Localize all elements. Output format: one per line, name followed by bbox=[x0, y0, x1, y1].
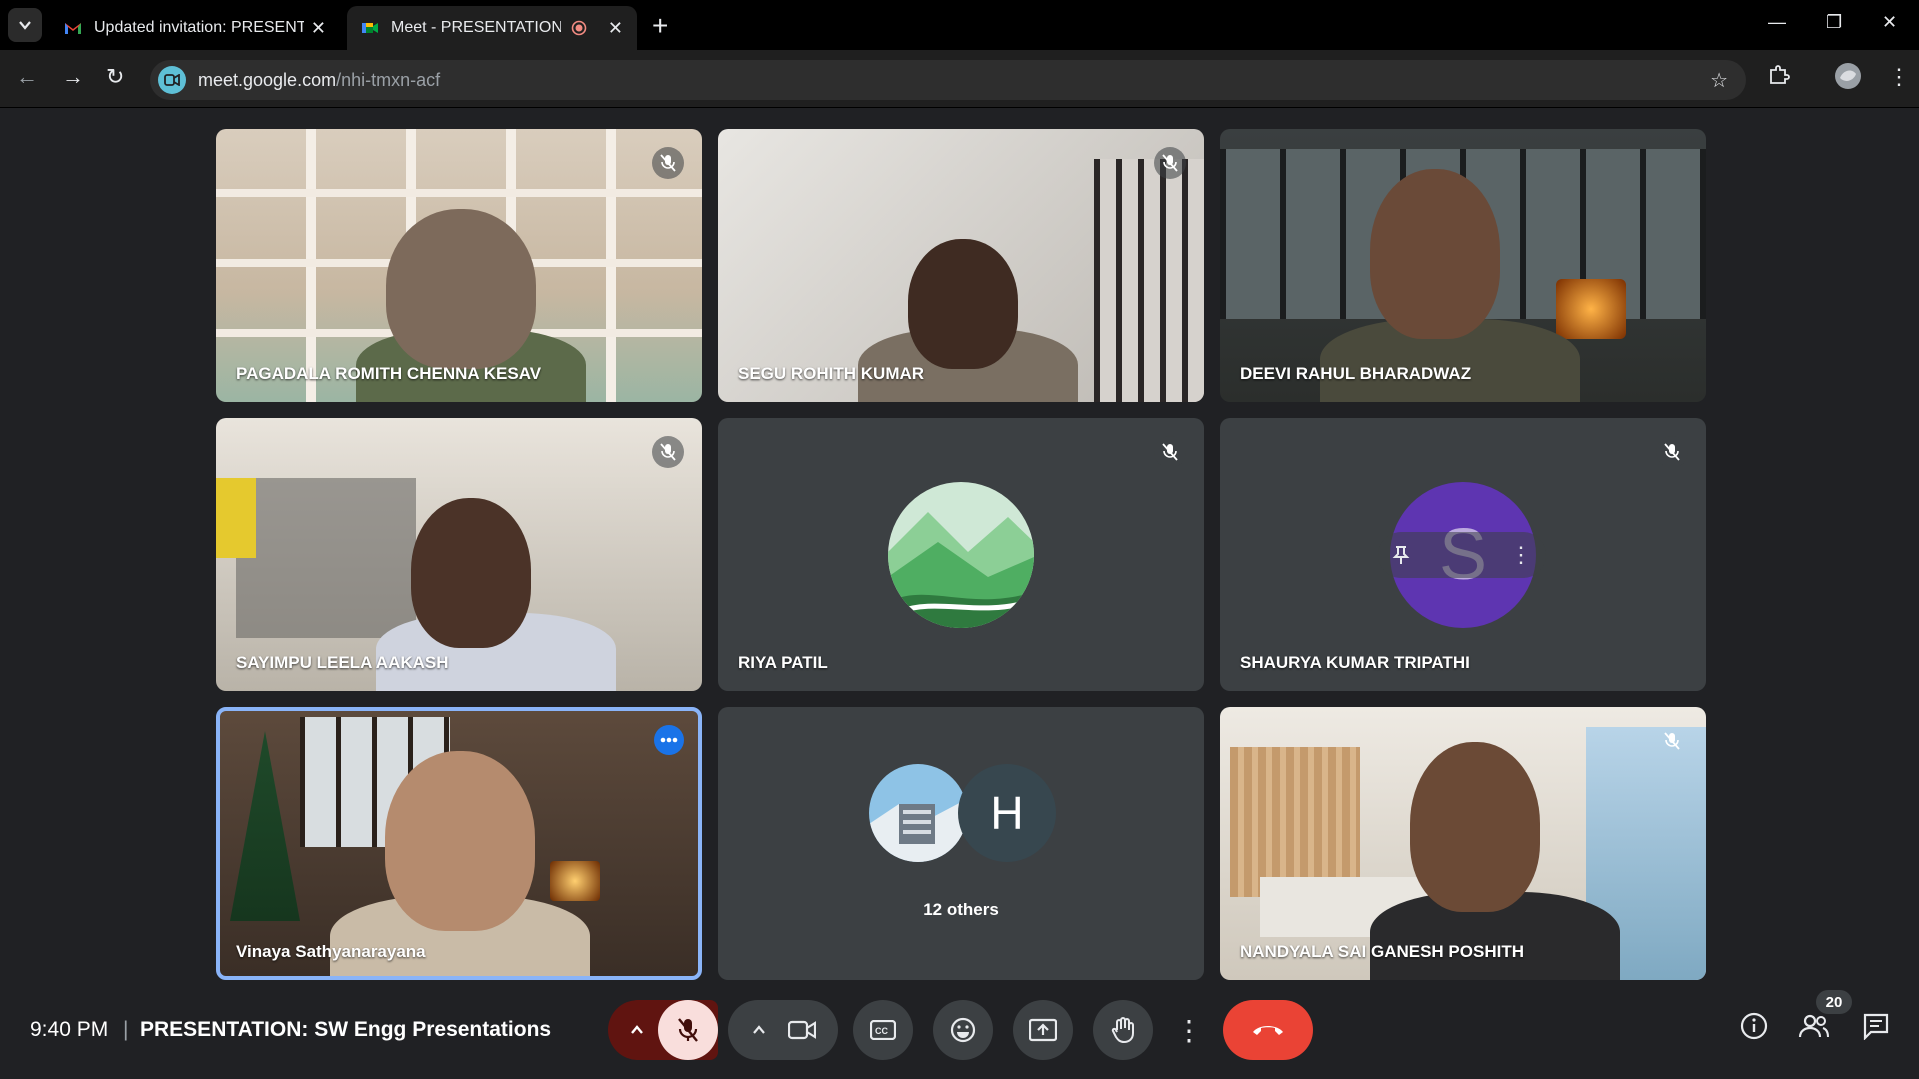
close-tab-icon[interactable]: ✕ bbox=[608, 18, 623, 39]
meeting-info-icon[interactable] bbox=[1740, 1012, 1768, 1040]
tile-hover-actions: ⋮ bbox=[1378, 532, 1546, 578]
tab-title: Updated invitation: PRESENTATI bbox=[94, 19, 304, 36]
participant-name: SAYIMPU LEELA AAKASH bbox=[236, 653, 449, 672]
mic-off-icon bbox=[1154, 147, 1186, 179]
participant-video bbox=[411, 498, 531, 648]
chevron-up-icon bbox=[631, 1025, 643, 1034]
meeting-controls-bar: 9:40 PM | PRESENTATION: SW Engg Presenta… bbox=[0, 982, 1919, 1079]
participant-name: SEGU ROHITH KUMAR bbox=[738, 364, 925, 383]
emoji-icon bbox=[950, 1017, 976, 1043]
new-tab-button[interactable]: + bbox=[652, 10, 668, 42]
present-icon bbox=[1029, 1018, 1057, 1042]
recording-icon bbox=[571, 20, 587, 36]
meeting-title: PRESENTATION: SW Engg Presentations bbox=[140, 1018, 552, 1041]
mic-toggle-button[interactable] bbox=[658, 1000, 718, 1060]
url-path: /nhi-tmxn-acf bbox=[336, 69, 441, 90]
participant-name: NANDYALA SAI GANESH POSHITH bbox=[1240, 942, 1524, 961]
other-participant-avatar bbox=[869, 764, 967, 862]
participant-tile[interactable]: DEEVI RAHUL BHARADWAZ bbox=[1220, 129, 1706, 402]
svg-text:CC: CC bbox=[875, 1026, 888, 1036]
mic-off-icon bbox=[652, 436, 684, 468]
tab-gmail[interactable]: Updated invitation: PRESENTATI ✕ bbox=[50, 6, 340, 50]
browser-tab-strip: Updated invitation: PRESENTATI ✕ Meet - … bbox=[0, 0, 1919, 50]
divider: | bbox=[123, 1018, 129, 1041]
chevron-up-icon bbox=[753, 1025, 765, 1034]
present-screen-button[interactable] bbox=[1013, 1000, 1073, 1060]
others-tile[interactable]: H 12 others bbox=[718, 707, 1204, 980]
forward-icon[interactable]: → bbox=[62, 64, 84, 90]
speaking-indicator-icon bbox=[654, 725, 684, 755]
participant-tile[interactable]: S ⋮ SHAURYA KUMAR TRIPATHI bbox=[1220, 418, 1706, 691]
mic-off-icon bbox=[652, 147, 684, 179]
participant-video bbox=[1410, 742, 1540, 912]
camera-icon[interactable] bbox=[788, 1020, 816, 1040]
participant-name: SHAURYA KUMAR TRIPATHI bbox=[1240, 653, 1470, 672]
more-vert-icon: ⋮ bbox=[1175, 1014, 1203, 1046]
chat-icon[interactable] bbox=[1862, 1012, 1890, 1040]
end-call-icon bbox=[1253, 1026, 1283, 1035]
leave-call-button[interactable] bbox=[1223, 1000, 1313, 1060]
mic-off-icon bbox=[1656, 436, 1688, 468]
other-participant-avatar: H bbox=[958, 764, 1056, 862]
mic-off-icon bbox=[1656, 725, 1688, 757]
menu-kebab-icon[interactable]: ⋮ bbox=[1888, 64, 1910, 90]
video-options-button[interactable] bbox=[728, 1000, 838, 1060]
meeting-time: 9:40 PM bbox=[30, 1018, 109, 1041]
address-bar[interactable]: meet.google.com/nhi-tmxn-acf ☆ bbox=[150, 60, 1746, 100]
participant-video bbox=[385, 751, 535, 931]
participant-tile[interactable]: PAGADALA ROMITH CHENNA KESAV bbox=[216, 129, 702, 402]
meet-icon bbox=[362, 23, 378, 33]
participant-tile[interactable]: NANDYALA SAI GANESH POSHITH bbox=[1220, 707, 1706, 980]
restore-icon[interactable]: ❐ bbox=[1826, 12, 1842, 33]
window-grille-background bbox=[1094, 159, 1204, 402]
participant-name: RIYA PATIL bbox=[738, 653, 828, 672]
others-count-label: 12 others bbox=[923, 900, 999, 919]
pin-icon[interactable] bbox=[1392, 545, 1410, 565]
participant-video bbox=[386, 209, 536, 369]
minimize-icon[interactable]: — bbox=[1768, 12, 1786, 33]
captions-button[interactable]: CC bbox=[853, 1000, 913, 1060]
christmas-tree bbox=[230, 731, 300, 921]
participant-name: PAGADALA ROMITH CHENNA KESAV bbox=[236, 364, 542, 383]
profile-avatar[interactable] bbox=[1834, 62, 1862, 96]
tab-meet[interactable]: Meet - PRESENTATION: SW ✕ bbox=[347, 6, 637, 50]
hand-icon bbox=[1111, 1017, 1134, 1044]
more-options-button[interactable]: ⋮ bbox=[1167, 1000, 1211, 1060]
people-icon[interactable] bbox=[1798, 1012, 1830, 1040]
url-host: meet.google.com bbox=[198, 69, 337, 90]
participant-tile[interactable]: RIYA PATIL bbox=[718, 418, 1204, 691]
site-info-icon[interactable] bbox=[158, 66, 186, 94]
gmail-icon bbox=[65, 23, 81, 34]
mic-off-icon bbox=[678, 1018, 698, 1042]
raise-hand-button[interactable] bbox=[1093, 1000, 1153, 1060]
participant-tile-active[interactable]: Vinaya Sathyanarayana bbox=[216, 707, 702, 980]
extensions-icon[interactable] bbox=[1768, 64, 1790, 92]
tab-search-button[interactable] bbox=[8, 8, 42, 42]
bookmark-star-icon[interactable]: ☆ bbox=[1710, 68, 1728, 93]
participant-avatar bbox=[888, 482, 1034, 628]
participant-count-badge: 20 bbox=[1816, 990, 1852, 1014]
mic-off-icon bbox=[1154, 436, 1186, 468]
tab-title: Meet - PRESENTATION: SW bbox=[391, 19, 561, 36]
participant-video bbox=[908, 239, 1018, 369]
back-icon[interactable]: ← bbox=[16, 64, 38, 90]
close-tab-icon[interactable]: ✕ bbox=[311, 18, 326, 39]
chevron-down-icon bbox=[19, 21, 31, 30]
participant-tile[interactable]: SEGU ROHITH KUMAR bbox=[718, 129, 1204, 402]
participant-tile[interactable]: SAYIMPU LEELA AAKASH bbox=[216, 418, 702, 691]
more-options-icon[interactable]: ⋮ bbox=[1510, 542, 1532, 568]
reactions-button[interactable] bbox=[933, 1000, 993, 1060]
participant-name: Vinaya Sathyanarayana bbox=[236, 942, 426, 961]
participant-video bbox=[1370, 169, 1500, 339]
participant-name: DEEVI RAHUL BHARADWAZ bbox=[1240, 364, 1472, 383]
avatar-letter: H bbox=[990, 787, 1024, 839]
close-window-icon[interactable]: ✕ bbox=[1882, 12, 1897, 33]
captions-icon: CC bbox=[870, 1020, 896, 1040]
browser-toolbar: ← → ↻ meet.google.com/nhi-tmxn-acf ☆ ⋮ bbox=[0, 50, 1919, 108]
cupboard-background bbox=[236, 478, 416, 638]
reload-icon[interactable]: ↻ bbox=[106, 64, 124, 90]
